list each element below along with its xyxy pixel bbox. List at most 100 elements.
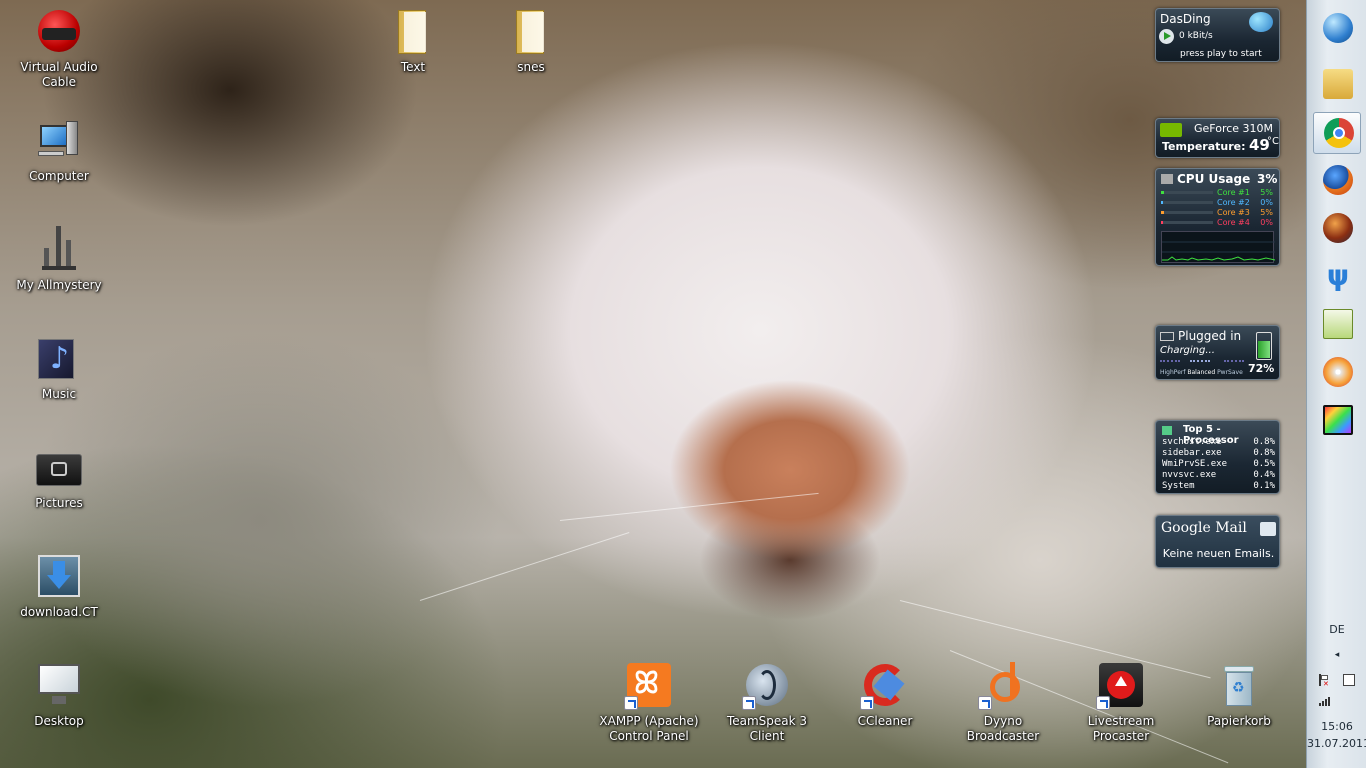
process-name: sidebar.exe	[1162, 448, 1222, 458]
gpu-temperature-gadget[interactable]: GeForce 310M Temperature: 49 °C	[1155, 118, 1280, 158]
taskbar-video-editor[interactable]	[1313, 400, 1361, 442]
cpu-core-row: Core #3 5%	[1161, 208, 1276, 218]
battery-gadget[interactable]: Plugged in Charging... HighPerf Balanced…	[1155, 325, 1280, 380]
taskbar-vuze[interactable]: ψ	[1313, 256, 1361, 298]
language-indicator[interactable]: DE	[1307, 623, 1366, 636]
process-cpu-value: 0.4%	[1253, 470, 1275, 480]
cpu-usage-gadget[interactable]: CPU Usage 3% Core #1 5% Core #2 0% Core #3 5%…	[1155, 168, 1280, 266]
radio-station-name: DasDing	[1160, 12, 1211, 26]
mail-title: Google Mail	[1161, 520, 1247, 536]
desktop-icon-recycle-bin[interactable]: ♻ Papierkorb	[1184, 662, 1294, 729]
thunderbird-icon	[1323, 213, 1353, 243]
audio-cable-icon	[36, 8, 82, 54]
top-processes-gadget[interactable]: Top 5 - Processor svchost.exe 0.8% sidebar…	[1155, 420, 1280, 494]
desktop-icon-snes-folder[interactable]: snes	[476, 8, 586, 75]
folder-icon	[390, 8, 436, 54]
gpu-temp-unit: °C	[1267, 136, 1279, 147]
process-name: WmiPrvSE.exe	[1162, 459, 1228, 469]
taskbar-nero[interactable]	[1313, 352, 1361, 394]
folder-icon	[1323, 69, 1353, 99]
battery-level-icon	[1256, 332, 1272, 360]
cpu-core-value: 5%	[1260, 188, 1273, 197]
computer-icon	[36, 117, 82, 163]
desktop-icon-label: Dyyno Broadcaster	[966, 714, 1040, 743]
cpu-core-bar	[1161, 211, 1213, 214]
show-hidden-icons-button[interactable]: ◂	[1307, 650, 1366, 660]
xampp-icon: ꕤ	[624, 662, 672, 710]
mail-message: Keine neuen Emails.	[1162, 547, 1275, 560]
shortcut-arrow-icon	[624, 696, 638, 710]
allmystery-icon	[36, 226, 82, 272]
desktop-icon-label: TeamSpeak 3 Client	[726, 714, 808, 743]
desktop-icon-label: My Allmystery	[16, 278, 102, 292]
cpu-total: 3%	[1257, 172, 1278, 186]
chrome-icon	[1324, 118, 1354, 148]
radio-hint: press play to start	[1180, 49, 1262, 59]
taskbar-notepad-plus-plus[interactable]	[1313, 304, 1361, 346]
cpu-core-row: Core #4 0%	[1161, 218, 1276, 228]
desktop-icon-download-ct[interactable]: download.CT	[4, 553, 114, 620]
google-mail-gadget[interactable]: Google Mail Keine neuen Emails.	[1155, 515, 1280, 568]
desktop-icon-computer[interactable]: Computer	[4, 117, 114, 184]
cpu-core-bar-fill	[1161, 221, 1163, 224]
cpu-core-row: Core #2 0%	[1161, 198, 1276, 208]
cpu-core-bar	[1161, 191, 1213, 194]
cpu-core-bar	[1161, 201, 1213, 204]
windows-orb-icon	[1323, 13, 1353, 43]
vuze-icon: ψ	[1326, 259, 1350, 292]
taskbar-thunderbird[interactable]	[1313, 208, 1361, 250]
mail-settings-icon[interactable]	[1260, 522, 1276, 536]
desktop-icon-text-folder[interactable]: Text	[358, 8, 468, 75]
shortcut-arrow-icon	[1096, 696, 1110, 710]
process-name: System	[1162, 481, 1195, 491]
folder-icon	[508, 8, 554, 54]
desktop-icon-virtual-audio-cable[interactable]: Virtual Audio Cable	[4, 8, 114, 90]
play-button[interactable]	[1159, 29, 1174, 44]
process-row: WmiPrvSE.exe 0.5%	[1162, 459, 1275, 470]
process-cpu-value: 0.8%	[1253, 448, 1275, 458]
clock-date[interactable]: 31.07.2011	[1307, 737, 1366, 750]
battery-title: Plugged in	[1178, 329, 1242, 343]
desktop-icon-teamspeak[interactable]: TeamSpeak 3 Client	[712, 662, 822, 744]
desktop-icon-music[interactable]: ♪ Music	[4, 335, 114, 402]
desktop-wallpaper	[0, 0, 1306, 768]
network-signal-icon[interactable]	[1319, 694, 1335, 706]
dyyno-icon	[978, 662, 1026, 710]
firefox-icon	[1323, 165, 1353, 195]
cpu-core-bar-fill	[1161, 211, 1164, 214]
cpu-core-bar-fill	[1161, 191, 1164, 194]
power-plan-highperf[interactable]: HighPerf	[1160, 369, 1185, 376]
power-plan-indicator	[1160, 360, 1248, 368]
music-folder-icon: ♪	[36, 335, 82, 381]
start-button[interactable]	[1313, 8, 1361, 50]
desktop-icon-livestream-procaster[interactable]: Livestream Procaster	[1066, 662, 1176, 744]
battery-percent: 72%	[1248, 362, 1275, 375]
process-cpu-value: 0.8%	[1253, 437, 1275, 447]
notepad-plus-plus-icon	[1323, 309, 1353, 339]
desktop-icon-dyyno-broadcaster[interactable]: Dyyno Broadcaster	[948, 662, 1058, 744]
desktop-icon-xampp[interactable]: ꕤ XAMPP (Apache) Control Panel	[594, 662, 704, 744]
desktop-icon-label: snes	[517, 60, 545, 74]
chip-icon	[1161, 174, 1173, 184]
power-plan-balanced[interactable]: Balanced	[1187, 369, 1215, 376]
taskbar-explorer[interactable]	[1313, 64, 1361, 106]
cpu-core-label: Core #4	[1217, 218, 1250, 227]
wallpaper-detail	[419, 532, 630, 601]
desktop-icon-my-allmystery[interactable]: My Allmystery	[4, 226, 114, 293]
desktop-icon-desktop[interactable]: Desktop	[4, 662, 114, 729]
gpu-name: GeForce 310M	[1194, 122, 1274, 135]
taskbar-chrome[interactable]	[1313, 112, 1361, 154]
power-plug-icon[interactable]	[1343, 674, 1355, 686]
desktop-icon-ccleaner[interactable]: CCleaner	[830, 662, 940, 729]
taskbar: ψ DE ◂ ✕ 15:06 31.07.2011	[1306, 0, 1366, 768]
clock-time[interactable]: 15:06	[1307, 720, 1366, 733]
power-plan-pwrsave[interactable]: PwrSave	[1217, 369, 1243, 376]
download-icon	[36, 553, 82, 599]
taskbar-firefox[interactable]	[1313, 160, 1361, 202]
action-center-flag-icon[interactable]: ✕	[1317, 674, 1329, 688]
cpu-core-value: 0%	[1260, 198, 1273, 207]
desktop-icon-label: Text	[400, 60, 426, 74]
desktop-icon-pictures[interactable]: Pictures	[4, 444, 114, 511]
radio-gadget[interactable]: DasDing 0 kBit/s press play to start	[1155, 8, 1280, 62]
shortcut-arrow-icon	[742, 696, 756, 710]
